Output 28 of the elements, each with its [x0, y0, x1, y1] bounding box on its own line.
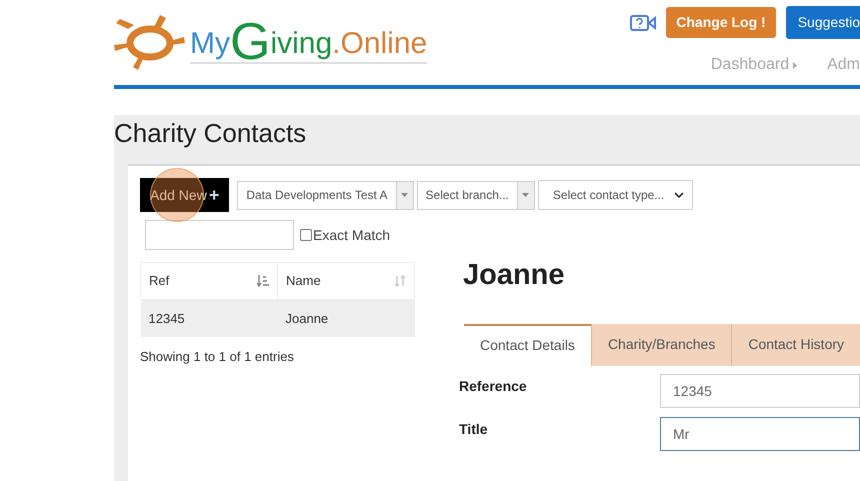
column-header[interactable]: Name [278, 262, 414, 300]
exact-match-checkbox[interactable] [300, 229, 312, 241]
logo-text: MyGiving.Online [190, 22, 428, 64]
dropdown[interactable]: Select branch... [416, 180, 535, 210]
text-field[interactable]: Mr [660, 416, 860, 450]
exact-match-label: Exact Match [313, 226, 390, 244]
help-video-icon[interactable] [630, 14, 656, 30]
table-info: Showing 1 to 1 of 1 entries [140, 348, 295, 366]
dropdown-arrow-icon [401, 193, 408, 197]
dropdown-arrow-icon [522, 193, 530, 197]
search-field[interactable] [145, 220, 294, 250]
page-title: Charity Contacts [114, 118, 308, 148]
column-header[interactable]: Ref [140, 262, 278, 300]
chevron-down-icon [674, 192, 684, 198]
contact-name: Joanne [463, 258, 566, 293]
table-cell[interactable]: 12345 [140, 300, 278, 336]
sort-ascending-icon[interactable] [257, 275, 269, 287]
sun-logo-icon [114, 15, 186, 71]
tab[interactable]: Contact History [731, 324, 860, 366]
select-field[interactable]: Select contact type... [538, 180, 694, 210]
field-label: Reference [459, 376, 528, 396]
caret-icon [793, 62, 798, 68]
tab[interactable]: Charity/Branches [590, 324, 732, 366]
suggestions-button[interactable]: Suggestio [786, 6, 860, 39]
table-cell[interactable]: Joanne [278, 300, 414, 336]
field-label: Title [459, 420, 489, 438]
text-field[interactable]: 12345 [660, 374, 860, 408]
dropdown[interactable]: Data Developments Test A [237, 180, 414, 210]
